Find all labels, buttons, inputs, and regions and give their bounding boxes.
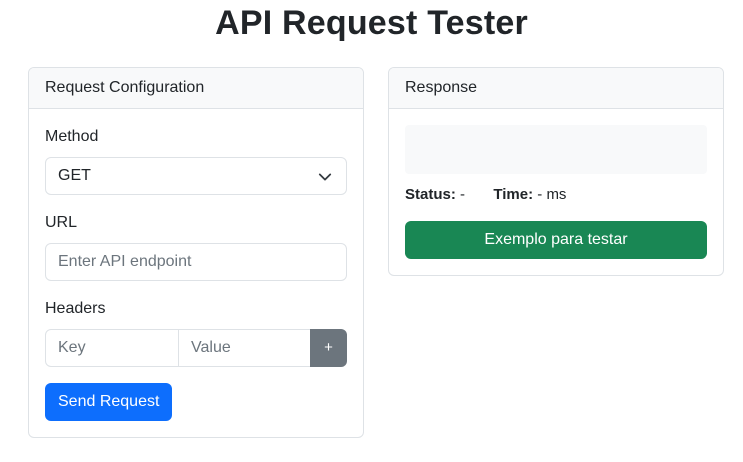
add-header-button[interactable]: + bbox=[310, 329, 347, 367]
time-label: Time: bbox=[493, 186, 534, 203]
url-input-placeholder: Enter API endpoint bbox=[58, 253, 192, 270]
request-configuration-card: Request Configuration Method GET URL Ent… bbox=[28, 67, 364, 438]
header-input-group: Key Value + bbox=[45, 329, 347, 367]
chevron-down-icon bbox=[318, 173, 332, 181]
time-value: - bbox=[537, 186, 543, 203]
url-input[interactable]: Enter API endpoint bbox=[45, 243, 347, 281]
headers-label: Headers bbox=[45, 300, 106, 317]
header-value-placeholder: Value bbox=[191, 339, 231, 356]
status-value: - bbox=[460, 186, 466, 203]
time-unit: ms bbox=[546, 186, 567, 203]
send-request-button[interactable]: Send Request bbox=[45, 383, 173, 421]
status-line: Status: - Time: - ms bbox=[405, 186, 566, 203]
response-body bbox=[405, 125, 707, 174]
request-card-header: Request Configuration bbox=[29, 68, 363, 109]
status-label: Status: bbox=[405, 186, 456, 203]
response-card: Response Status: - Time: - ms Exemplo pa… bbox=[388, 67, 724, 276]
method-label: Method bbox=[45, 128, 99, 145]
example-button[interactable]: Exemplo para testar bbox=[405, 221, 707, 259]
method-select-value: GET bbox=[58, 167, 91, 184]
header-value-input[interactable]: Value bbox=[178, 329, 311, 367]
url-label: URL bbox=[45, 214, 78, 231]
header-key-placeholder: Key bbox=[58, 339, 86, 356]
method-select[interactable]: GET bbox=[45, 157, 347, 195]
response-card-header: Response bbox=[389, 68, 723, 109]
header-key-input[interactable]: Key bbox=[45, 329, 179, 367]
page-title: API Request Tester bbox=[215, 4, 528, 42]
